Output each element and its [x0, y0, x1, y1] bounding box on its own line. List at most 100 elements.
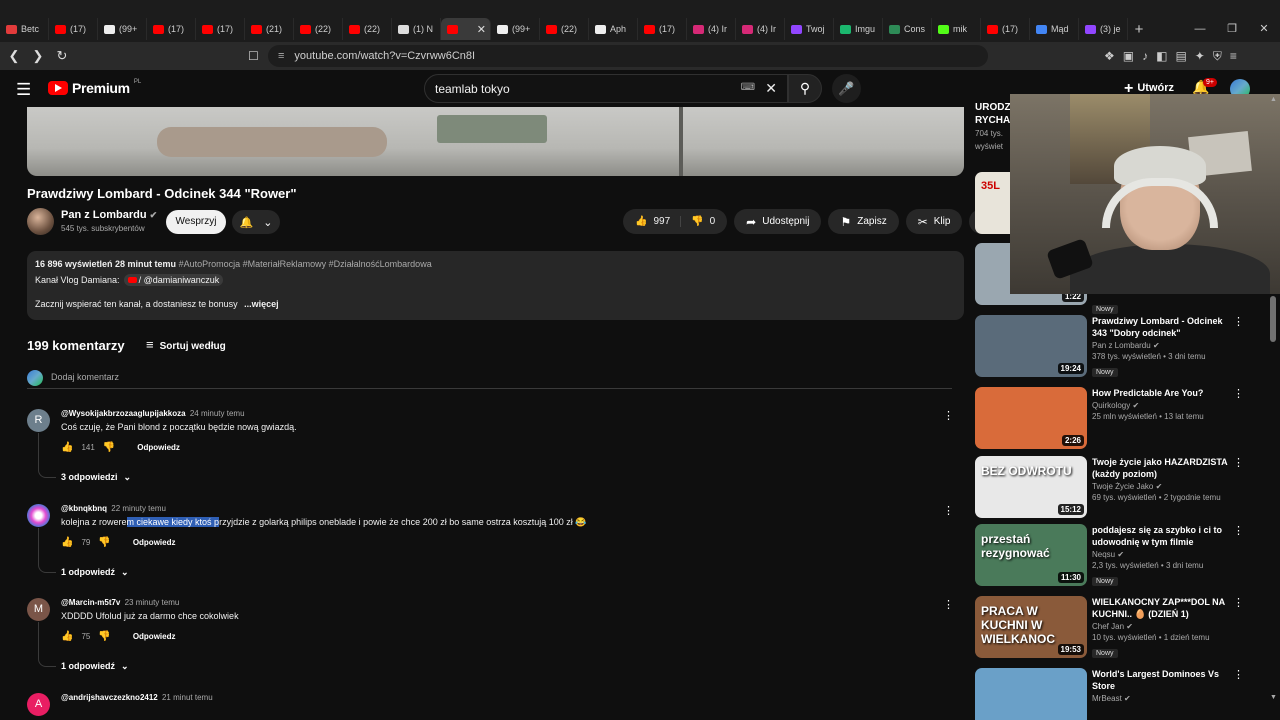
comment-author[interactable]: @andrijshavczezkno2412	[61, 693, 158, 702]
share-button[interactable]: ➦ Udostępnij	[734, 209, 822, 234]
like-comment-icon[interactable]: 👍	[61, 631, 73, 642]
browser-tab[interactable]: (1) N	[392, 18, 441, 40]
comment-author[interactable]: @Wysokijakbrzozaaglupijakkoza	[61, 409, 186, 418]
comment-menu-icon[interactable]: ⋮	[943, 409, 954, 422]
related-video-channel[interactable]: Neqsu ✔	[1092, 550, 1240, 559]
browser-tab[interactable]: Mąd	[1030, 18, 1079, 40]
scroll-up-arrow-icon[interactable]: ▲	[1270, 96, 1277, 103]
reader-icon[interactable]: ▣	[1123, 42, 1134, 70]
browser-tab[interactable]: (4) Ir	[687, 18, 736, 40]
dislike-comment-icon[interactable]: 👎	[98, 631, 110, 642]
comment-time[interactable]: 21 minut temu	[162, 693, 213, 702]
show-replies-button[interactable]: 1 odpowiedź ⌄	[61, 567, 129, 578]
like-button[interactable]: 👍 997	[623, 216, 682, 227]
comment-avatar[interactable]: M	[27, 598, 50, 621]
video-thumbnail[interactable]: 2:26	[975, 387, 1087, 449]
channel-link-chip[interactable]: / @damianiwanczuk	[123, 274, 224, 286]
extensions-icon[interactable]: ❖	[1104, 42, 1115, 70]
keyboard-icon[interactable]: ⌨	[741, 82, 755, 93]
voice-search-button[interactable]: 🎤	[832, 74, 861, 103]
show-more-link[interactable]: ...więcej	[244, 299, 279, 309]
reply-button[interactable]: Odpowiedz	[137, 443, 180, 452]
browser-tab[interactable]: (99+	[98, 18, 147, 40]
wallet-icon[interactable]: ▤	[1175, 42, 1186, 70]
comment-avatar[interactable]: R	[27, 409, 50, 432]
related-video[interactable]: World's Largest Dominoes Vs Store MrBeast…	[975, 668, 1265, 720]
related-video[interactable]: 2:26 How Predictable Are You? Quirkology ✔…	[975, 387, 1265, 449]
comment-time[interactable]: 23 minuty temu	[125, 598, 180, 607]
like-comment-icon[interactable]: 👍	[61, 537, 73, 548]
add-comment-field[interactable]: Dodaj komentarz	[27, 369, 952, 389]
reply-button[interactable]: Odpowiedz	[133, 632, 176, 641]
bookmark-icon[interactable]: ☐	[248, 42, 259, 70]
video-menu-icon[interactable]: ⋮	[1233, 387, 1244, 400]
dislike-comment-icon[interactable]: 👎	[103, 442, 115, 453]
video-menu-icon[interactable]: ⋮	[1233, 668, 1244, 681]
maximize-icon[interactable]: ❐	[1216, 18, 1248, 40]
related-video-channel[interactable]: Twoje Życie Jako ✔	[1092, 482, 1240, 491]
comment-avatar[interactable]	[27, 504, 50, 527]
ai-icon[interactable]: ✦	[1195, 42, 1205, 70]
related-video-partial-title[interactable]: URODZ RYCHA 704 tys. wyświet	[975, 101, 1011, 153]
reload-icon[interactable]: ↻	[52, 48, 72, 64]
browser-tab[interactable]: Imgu	[834, 18, 883, 40]
sort-comments-button[interactable]: ≡ Sortuj według	[146, 337, 226, 352]
browser-tab[interactable]: (22)	[540, 18, 589, 40]
forward-icon[interactable]: ❯	[28, 48, 48, 64]
video-thumbnail[interactable]: przestań rezygnować 11:30	[975, 524, 1087, 586]
related-video[interactable]: 19:24 Prawdziwy Lombard - Odcinek 343 "Do…	[975, 315, 1265, 377]
comment-avatar[interactable]: A	[27, 693, 50, 716]
sidebar-icon[interactable]: ◧	[1156, 42, 1167, 70]
clip-button[interactable]: ✂ Klip	[905, 209, 963, 234]
back-icon[interactable]: ❮	[4, 48, 24, 64]
clear-search-icon[interactable]: ✕	[765, 80, 777, 97]
support-button[interactable]: Wesprzyj	[166, 210, 226, 234]
related-video[interactable]: BEZ ODWROTU 15:12 Twoje życie jako HAZARDZ…	[975, 456, 1265, 518]
like-comment-icon[interactable]: 👍	[61, 442, 73, 453]
close-window-icon[interactable]: ✕	[1248, 18, 1280, 40]
browser-tab[interactable]: mik	[932, 18, 981, 40]
show-replies-button[interactable]: 3 odpowiedzi ⌄	[61, 472, 131, 483]
video-menu-icon[interactable]: ⋮	[1233, 524, 1244, 537]
comment-author[interactable]: @Marcin-m5t7v	[61, 598, 120, 607]
browser-tab[interactable]: Twoj	[785, 18, 834, 40]
browser-tab[interactable]: (22)	[343, 18, 392, 40]
description-box[interactable]: 16 896 wyświetleń 28 minut temu #AutoPro…	[27, 251, 964, 320]
url-bar[interactable]: ≡ youtube.com/watch?v=Czvrww6Cn8I	[268, 45, 988, 67]
related-video[interactable]: PRACA W KUCHNI W WIELKANOC 19:53 WIELKANOC…	[975, 596, 1265, 658]
channel-avatar[interactable]	[27, 208, 54, 235]
browser-tab[interactable]: (17)	[981, 18, 1030, 40]
new-tab-icon[interactable]: +	[1128, 21, 1150, 38]
hamburger-menu-icon[interactable]: ☰	[16, 80, 31, 100]
browser-tab[interactable]: (22)	[294, 18, 343, 40]
shield-icon[interactable]: ⛨	[1213, 42, 1222, 70]
browser-tab[interactable]: (17)	[196, 18, 245, 40]
browser-tab[interactable]: (21)	[245, 18, 294, 40]
channel-name[interactable]: Pan z Lombardu ✔	[61, 209, 157, 221]
comment-menu-icon[interactable]: ⋮	[943, 598, 954, 611]
subscription-bell-button[interactable]: 🔔 ⌄	[232, 210, 280, 234]
browser-tab[interactable]: Aph	[589, 18, 638, 40]
video-menu-icon[interactable]: ⋮	[1233, 596, 1244, 609]
video-thumbnail[interactable]	[975, 668, 1087, 720]
video-thumbnail[interactable]: PRACA W KUCHNI W WIELKANOC 19:53	[975, 596, 1087, 658]
close-tab-icon[interactable]: ✕	[477, 23, 486, 36]
video-thumbnail[interactable]: 19:24	[975, 315, 1087, 377]
related-video-channel[interactable]: Chef Jan ✔	[1092, 622, 1240, 631]
browser-tab[interactable]: (4) Ir	[736, 18, 785, 40]
scrollbar-thumb[interactable]	[1270, 296, 1276, 342]
comment-menu-icon[interactable]: ⋮	[943, 504, 954, 517]
related-video-channel[interactable]: Quirkology ✔	[1092, 401, 1240, 410]
hashtags[interactable]: #AutoPromocja #MateriałReklamowy #Działa…	[179, 259, 432, 269]
dislike-button[interactable]: 👎 0	[681, 216, 727, 227]
browser-tab[interactable]: (3) je	[1079, 18, 1128, 40]
youtube-logo[interactable]: Premium PL	[48, 79, 141, 96]
browser-tab[interactable]: Cons	[883, 18, 932, 40]
browser-tab[interactable]: Betc	[0, 18, 49, 40]
reply-button[interactable]: Odpowiedz	[133, 538, 176, 547]
music-icon[interactable]: ♪	[1142, 42, 1148, 70]
scroll-down-arrow-icon[interactable]: ▼	[1270, 694, 1277, 701]
browser-tab[interactable]: (17)	[49, 18, 98, 40]
comment-time[interactable]: 22 minuty temu	[111, 504, 166, 513]
browser-tab[interactable]: (17)	[147, 18, 196, 40]
